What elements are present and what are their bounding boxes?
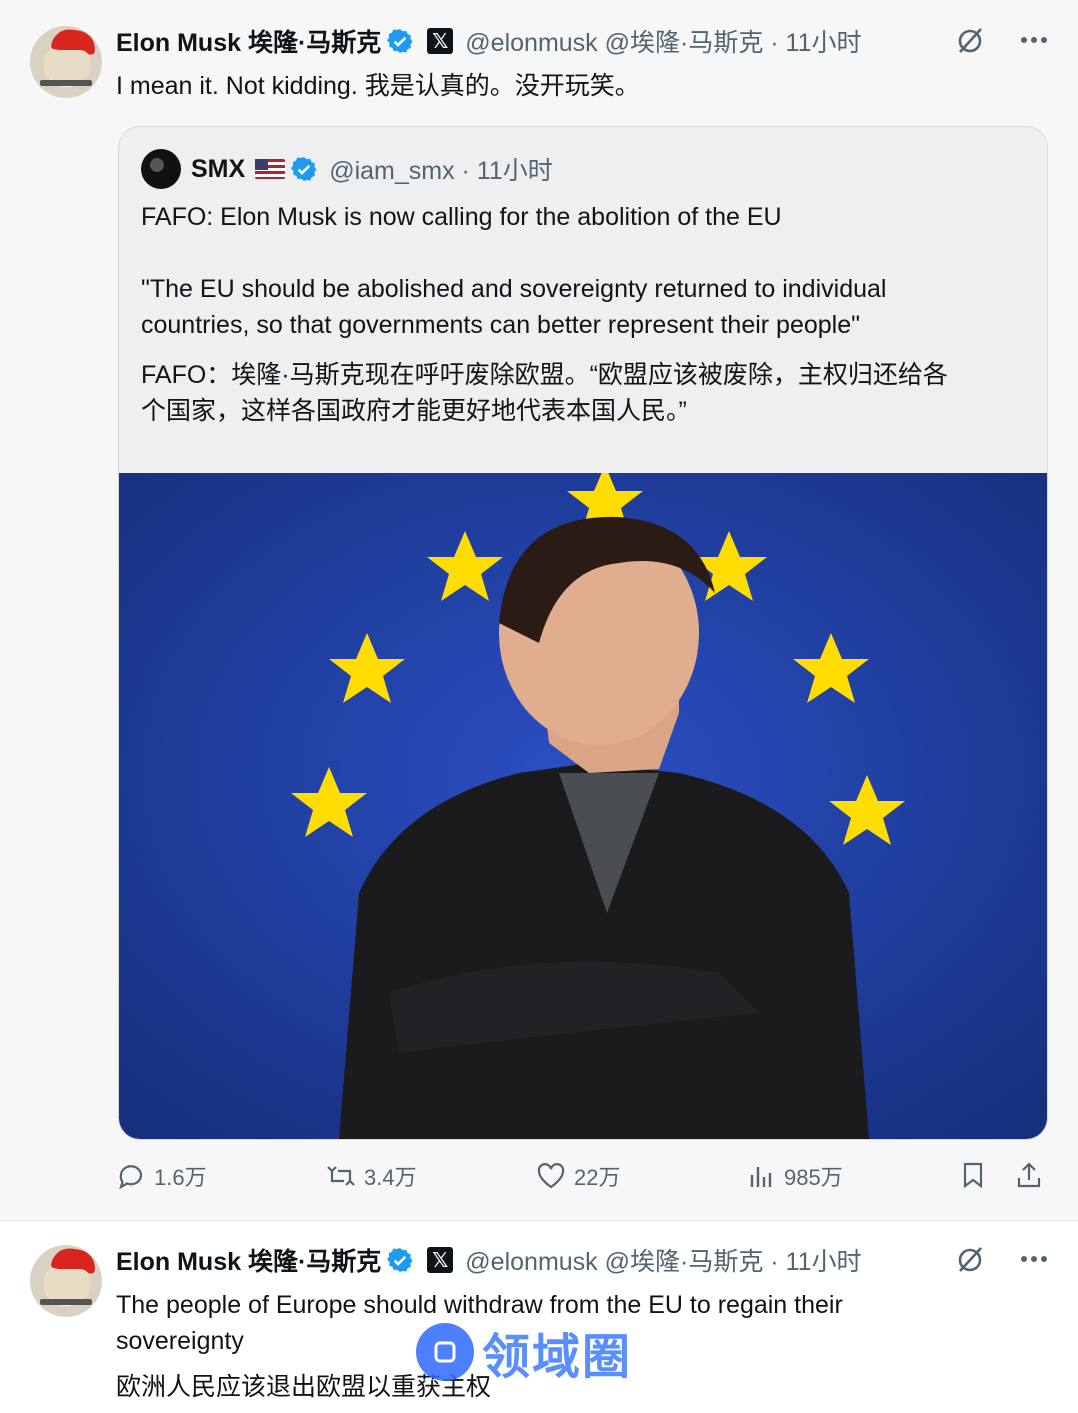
share-button[interactable] <box>1014 1160 1044 1190</box>
verified-icon <box>387 1247 413 1273</box>
tweet-second[interactable]: Elon Musk 埃隆·马斯克 𝕏 @elonmusk @埃隆·马斯克 · 1… <box>0 1220 1078 1413</box>
reply-count: 1.6万 <box>154 1165 207 1190</box>
author-handle-time[interactable]: @elonmusk @埃隆·马斯克 · 11小时 <box>465 1242 861 1278</box>
us-flag-icon <box>255 159 286 179</box>
tweet-main[interactable]: Elon Musk 埃隆·马斯克 𝕏 @elonmusk @埃隆·马斯克 · 1… <box>0 0 1078 1220</box>
tweet-menu <box>954 24 1048 56</box>
like-count: 22万 <box>574 1165 621 1190</box>
tweet-header: Elon Musk 埃隆·马斯克 𝕏 @elonmusk @埃隆·马斯克 · 1… <box>116 24 862 58</box>
more-options-icon[interactable] <box>1020 36 1048 44</box>
quote-text-line: FAFO：埃隆·马斯克现在呼吁废除欧盟。“欧盟应该被废除，主权归还给各 <box>141 361 948 389</box>
more-options-icon[interactable] <box>1020 1255 1048 1263</box>
quote-text-line: "The EU should be abolished and sovereig… <box>141 275 887 303</box>
author-handle-time[interactable]: @elonmusk @埃隆·马斯克 · 11小时 <box>465 23 861 59</box>
watermark-logo-icon <box>416 1323 474 1381</box>
bookmark-icon <box>963 1162 983 1189</box>
like-button[interactable]: 22万 <box>536 1160 620 1192</box>
quote-text-line: countries, so that governments can bette… <box>141 311 861 339</box>
verified-icon <box>387 28 413 54</box>
author-name[interactable]: Elon Musk 埃隆·马斯克 <box>116 23 381 59</box>
tweet-text-line: sovereignty <box>116 1327 244 1355</box>
retweet-count: 3.4万 <box>364 1165 417 1190</box>
retweet-button[interactable]: 3.4万 <box>326 1160 417 1192</box>
quote-text-line: 个国家，这样各国政府才能更好地代表本国人民。” <box>141 397 687 425</box>
x-logo-icon: 𝕏 <box>427 28 454 54</box>
grok-icon[interactable] <box>954 24 986 56</box>
retweet-icon <box>327 1166 355 1186</box>
share-icon <box>1017 1162 1041 1188</box>
quoted-tweet[interactable]: SMX @iam_smx · 11小时 FAFO: Elon Musk is n… <box>118 126 1048 1140</box>
tweet-text: I mean it. Not kidding. 我是认真的。没开玩笑。 <box>116 72 640 100</box>
views-icon <box>750 1167 772 1187</box>
watermark: 领域圈 <box>416 1317 632 1387</box>
views-count: 985万 <box>784 1165 843 1190</box>
grok-icon[interactable] <box>954 1243 986 1275</box>
views-button[interactable]: 985万 <box>746 1160 843 1192</box>
bookmark-button[interactable] <box>958 1160 988 1190</box>
tweet-menu <box>954 1243 1048 1275</box>
x-logo-icon: 𝕏 <box>427 1247 454 1273</box>
author-avatar[interactable] <box>30 26 102 98</box>
quote-text-line: FAFO: Elon Musk is now calling for the a… <box>141 203 782 231</box>
author-avatar[interactable] <box>30 1245 102 1317</box>
quote-author-name[interactable]: SMX <box>191 155 245 184</box>
tweet-header: Elon Musk 埃隆·马斯克 𝕏 @elonmusk @埃隆·马斯克 · 1… <box>116 1243 862 1277</box>
verified-icon <box>291 156 317 182</box>
quote-avatar[interactable] <box>141 149 181 189</box>
author-name[interactable]: Elon Musk 埃隆·马斯克 <box>116 1242 381 1278</box>
heart-icon <box>537 1163 565 1189</box>
watermark-text: 领域圈 <box>482 1331 633 1384</box>
quote-handle-time[interactable]: @iam_smx · 11小时 <box>329 151 553 187</box>
reply-icon <box>119 1165 143 1190</box>
reply-button[interactable]: 1.6万 <box>116 1160 207 1192</box>
tweet-actions: 1.6万 3.4万 22万 985万 <box>116 1160 1048 1200</box>
quote-header: SMX @iam_smx · 11小时 <box>141 149 553 189</box>
quote-image[interactable] <box>119 473 1047 1139</box>
